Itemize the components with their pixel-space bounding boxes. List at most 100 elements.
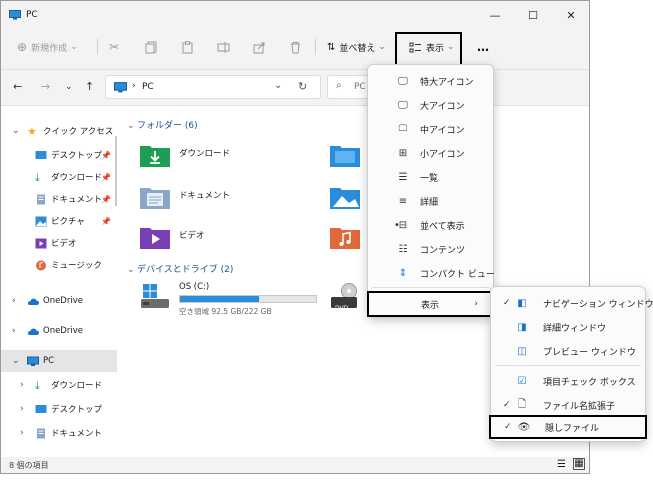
back-arrow-icon[interactable]: ← bbox=[13, 80, 22, 93]
folder-tile-downloads[interactable]: ダウンロード bbox=[139, 138, 319, 172]
close-button[interactable]: ✕ bbox=[553, 5, 589, 25]
menu-item-small-icons[interactable]: ⊞ 小アイコン bbox=[368, 141, 493, 165]
menu-separator bbox=[495, 365, 641, 366]
submenu-item-navigation-pane[interactable]: ✓ ◧ ナビゲーション ウィンドウ bbox=[491, 291, 653, 315]
expand-chevron-icon[interactable]: › bbox=[12, 326, 16, 336]
show-submenu: ✓ ◧ ナビゲーション ウィンドウ ◨ 詳細ウィンドウ ◫ プレビュー ウィンド… bbox=[489, 286, 653, 442]
sidebar-item-label: ダウンロード bbox=[51, 173, 103, 183]
tiles-view-icon[interactable]: ▦ bbox=[573, 458, 585, 470]
content-icon: ☷ bbox=[398, 243, 408, 255]
search-icon: ⌕ bbox=[336, 80, 342, 91]
expand-chevron-icon[interactable]: › bbox=[12, 296, 16, 306]
menu-item-large-icons[interactable]: 🖵 大アイコン bbox=[368, 93, 493, 117]
up-arrow-icon[interactable]: ↑ bbox=[85, 80, 94, 93]
expand-chevron-icon[interactable]: › bbox=[20, 404, 24, 414]
drive-tile-c[interactable]: OS (C:) 空き領域 92.5 GB/222 GB bbox=[139, 280, 319, 316]
submenu-item-file-extensions[interactable]: ✓ 🗋 ファイル名拡張子 bbox=[491, 393, 645, 417]
folder-tile-videos[interactable]: ビデオ bbox=[139, 220, 319, 254]
navigation-pane: ⌄ ★ クイック アクセス デスクトップ 📌 ⤓ ダウンロード 📌 ドキュメント… bbox=[1, 106, 119, 458]
sidebar-item-pc-desktop[interactable]: › デスクトップ bbox=[1, 398, 117, 420]
copy-button[interactable] bbox=[145, 39, 158, 55]
folder-label: ダウンロード bbox=[179, 149, 231, 159]
videos-icon bbox=[35, 238, 47, 248]
details-view-icon[interactable]: ☰ bbox=[557, 459, 566, 470]
grid-icon: ⊞ bbox=[398, 147, 408, 159]
folders-group-header[interactable]: ⌄ フォルダー (6) bbox=[127, 118, 198, 131]
documents-folder-icon bbox=[140, 188, 170, 209]
share-button[interactable] bbox=[253, 39, 266, 55]
pin-icon: 📌 bbox=[101, 150, 111, 160]
recent-chevron-icon[interactable]: ⌄ bbox=[65, 82, 73, 92]
sidebar-item-pictures[interactable]: ピクチャ 📌 bbox=[1, 210, 117, 232]
minimize-button[interactable]: — bbox=[477, 5, 513, 25]
menu-item-label: 詳細 bbox=[420, 197, 439, 208]
eye-icon: 👁 bbox=[517, 421, 531, 433]
menu-item-medium-icons[interactable]: 🖵 中アイコン bbox=[368, 117, 493, 141]
submenu-item-details-pane[interactable]: ◨ 詳細ウィンドウ bbox=[491, 315, 645, 339]
paste-button[interactable] bbox=[181, 39, 194, 55]
sidebar-item-videos[interactable]: ビデオ bbox=[1, 232, 117, 254]
folder-tile-documents[interactable]: ドキュメント bbox=[139, 180, 319, 214]
window-title: PC bbox=[26, 10, 38, 20]
menu-item-list[interactable]: ☰ 一覧 bbox=[368, 165, 493, 189]
menu-item-label: 表示 bbox=[421, 300, 440, 311]
pc-icon bbox=[27, 356, 39, 366]
drives-group-header[interactable]: ⌄ デバイスとドライブ (2) bbox=[127, 262, 233, 275]
list-icon: ☰ bbox=[398, 171, 408, 183]
sidebar-item-onedrive[interactable]: › OneDrive bbox=[1, 290, 117, 312]
sidebar-item-pc-downloads[interactable]: › ⤓ ダウンロード bbox=[1, 374, 117, 396]
submenu-item-item-checkboxes[interactable]: ☑ 項目チェック ボックス bbox=[491, 369, 645, 393]
sidebar-item-music[interactable]: ミュージック bbox=[1, 254, 117, 276]
menu-item-extra-large-icons[interactable]: 🖵 特大アイコン bbox=[368, 69, 493, 93]
sidebar-item-documents[interactable]: ドキュメント 📌 bbox=[1, 188, 117, 210]
refresh-icon[interactable]: ↻ bbox=[298, 80, 307, 93]
new-button[interactable]: ⊕ 新規作成 ⌄ bbox=[17, 39, 78, 55]
maximize-button[interactable]: ☐ bbox=[515, 5, 551, 25]
rename-button[interactable] bbox=[217, 39, 230, 55]
pin-icon: 📌 bbox=[101, 216, 111, 226]
sidebar-item-downloads[interactable]: ⤓ ダウンロード 📌 bbox=[1, 166, 117, 188]
forward-arrow-icon[interactable]: → bbox=[41, 80, 50, 93]
pictures-folder-icon bbox=[330, 188, 360, 209]
expand-chevron-icon[interactable]: › bbox=[20, 428, 24, 438]
pc-icon bbox=[114, 82, 127, 93]
address-dropdown-icon[interactable]: ⌄ bbox=[274, 80, 282, 91]
drive-space-info: 空き領域 92.5 GB/222 GB bbox=[179, 307, 272, 316]
download-icon: ⤓ bbox=[35, 378, 40, 392]
expand-chevron-icon[interactable]: ⌄ bbox=[12, 356, 20, 366]
menu-item-label: コンパクト ビュー bbox=[420, 269, 495, 280]
trash-icon bbox=[291, 41, 300, 53]
menu-item-tiles[interactable]: • ⊟ 並べて表示 bbox=[368, 213, 493, 237]
sidebar-item-pc-documents[interactable]: › ドキュメント bbox=[1, 422, 117, 444]
address-bar[interactable]: › PC ⌄ ↻ bbox=[105, 75, 321, 99]
submenu-item-label: ファイル名拡張子 bbox=[543, 401, 616, 412]
sidebar-item-desktop[interactable]: デスクトップ 📌 bbox=[1, 144, 117, 166]
menu-item-details[interactable]: ≡ 詳細 bbox=[368, 189, 493, 213]
expand-chevron-icon[interactable]: ⌄ bbox=[12, 126, 20, 136]
menu-item-content[interactable]: ☷ コンテンツ bbox=[368, 237, 493, 261]
submenu-item-label: プレビュー ウィンドウ bbox=[543, 347, 636, 358]
desktop-icon bbox=[35, 150, 47, 159]
compact-view-icon: ⇕ bbox=[398, 267, 408, 279]
submenu-item-preview-pane[interactable]: ◫ プレビュー ウィンドウ bbox=[491, 339, 645, 363]
sidebar-item-pc[interactable]: ⌄ PC bbox=[1, 350, 117, 372]
menu-item-label: 特大アイコン bbox=[420, 77, 474, 88]
star-icon: ★ bbox=[27, 124, 37, 138]
sidebar-item-quick-access[interactable]: ⌄ ★ クイック アクセス bbox=[1, 120, 117, 142]
submenu-item-hidden-files[interactable]: ✓ 👁 隠しファイル bbox=[489, 415, 647, 439]
more-button[interactable]: … bbox=[477, 39, 489, 55]
menu-item-show[interactable]: 表示 › bbox=[367, 291, 494, 317]
delete-button[interactable] bbox=[289, 39, 302, 55]
dvd-label: DVD bbox=[335, 305, 349, 312]
plus-icon: ⊕ bbox=[17, 40, 28, 54]
submenu-arrow-icon: › bbox=[474, 299, 478, 309]
monitor-icon: 🖵 bbox=[398, 75, 408, 87]
expand-chevron-icon[interactable]: › bbox=[20, 380, 24, 390]
menu-item-label: 小アイコン bbox=[420, 149, 465, 160]
command-bar: ⊕ 新規作成 ⌄ ✂ ⇅ 並べ替え ⌄ 表示 ⌄ … bbox=[1, 31, 589, 63]
menu-item-compact-view[interactable]: ⇕ コンパクト ビュー bbox=[368, 261, 495, 285]
sort-button[interactable]: ⇅ 並べ替え ⌄ bbox=[327, 39, 386, 55]
sidebar-item-onedrive-2[interactable]: › OneDrive bbox=[1, 320, 117, 342]
cut-button[interactable]: ✂ bbox=[109, 39, 119, 55]
view-button-highlight bbox=[395, 32, 462, 68]
